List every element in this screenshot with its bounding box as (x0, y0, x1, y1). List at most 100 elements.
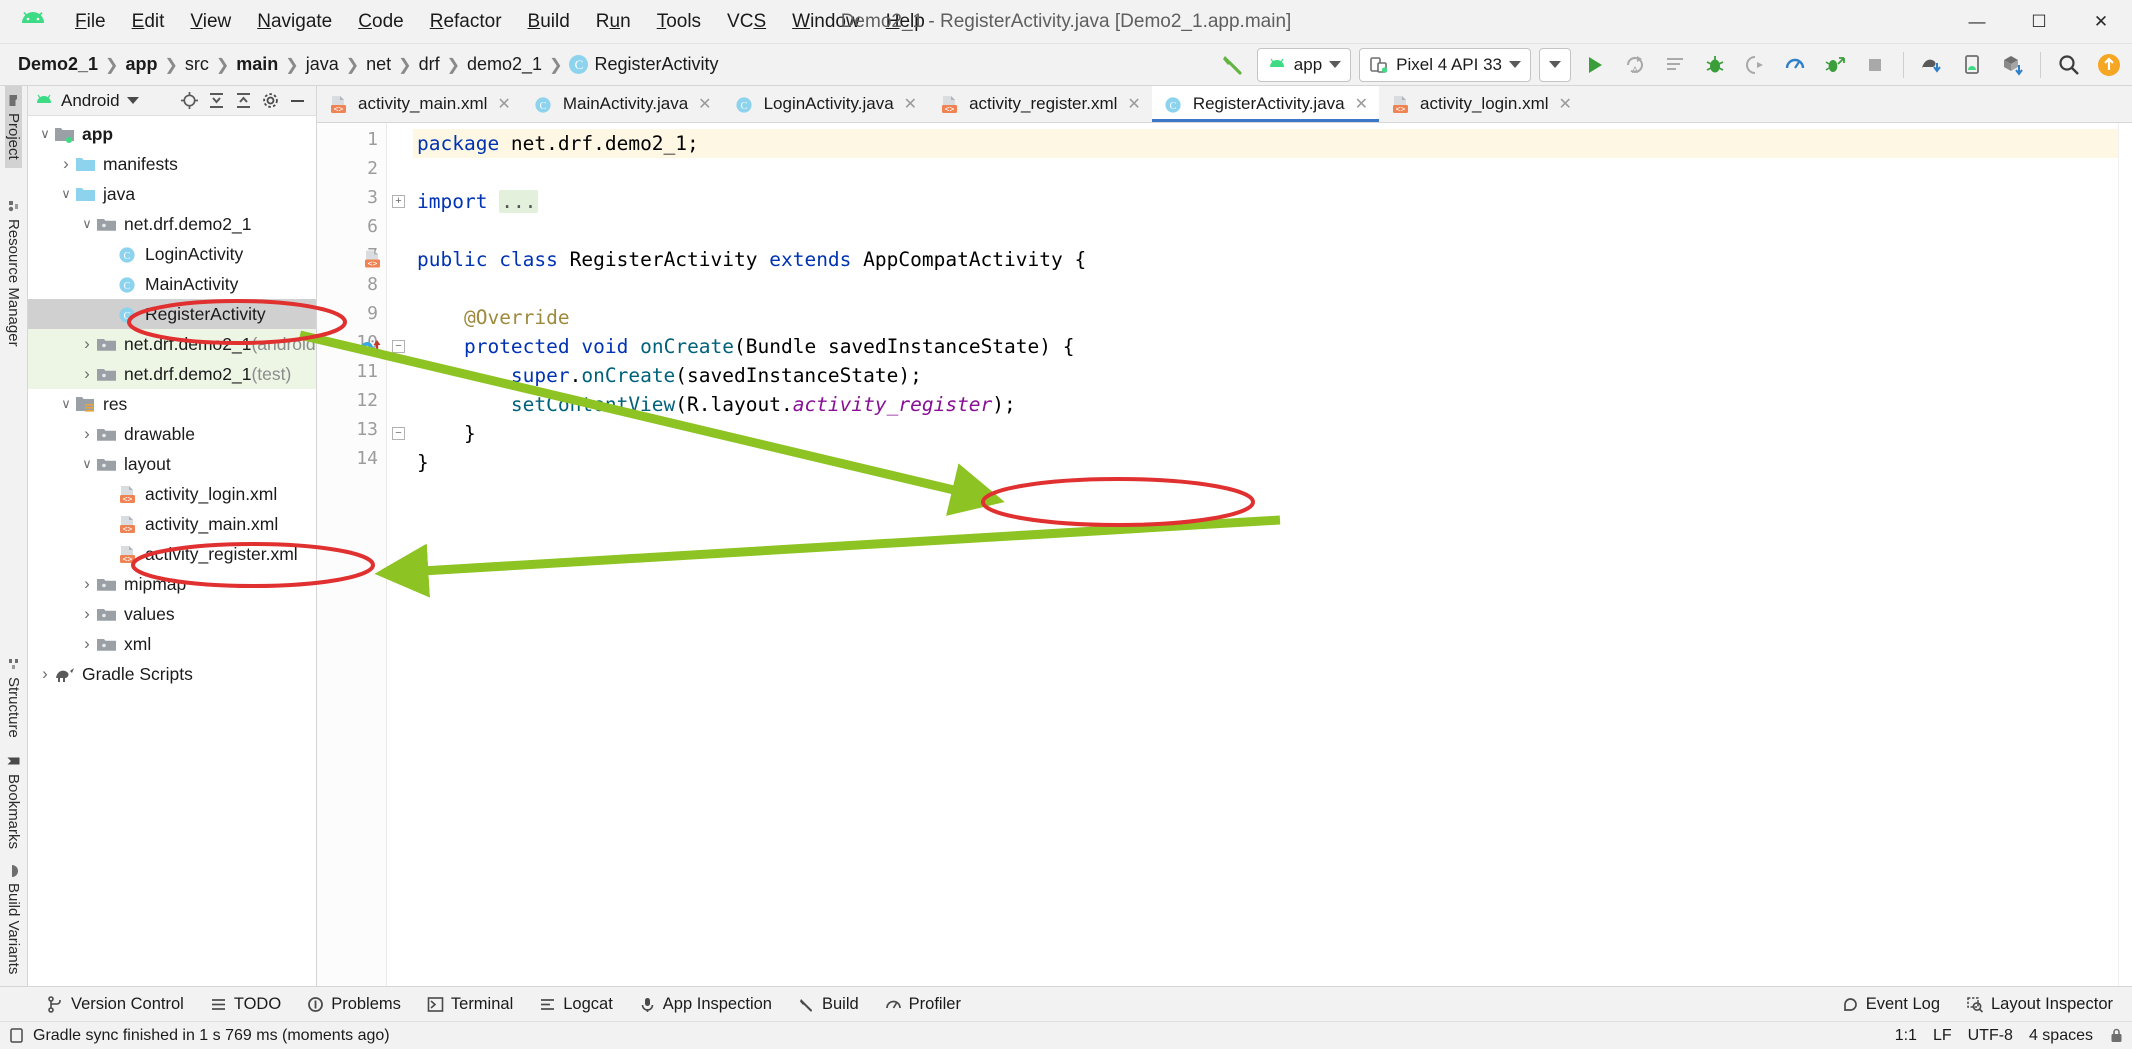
breadcrumb-item-4[interactable]: java (302, 52, 343, 77)
close-tab-icon[interactable]: ✕ (1355, 94, 1368, 114)
stop-icon[interactable] (1856, 48, 1894, 82)
project-view-selector[interactable]: Android (34, 91, 139, 111)
line-separator[interactable]: LF (1933, 1027, 1952, 1045)
tree-node-activity-register-xml[interactable]: <> activity_register.xml (28, 539, 316, 569)
menu-file[interactable]: File (62, 7, 119, 37)
caret-position[interactable]: 1:1 (1895, 1027, 1917, 1045)
tree-node-loginactivity[interactable]: C LoginActivity (28, 239, 316, 269)
select-opened-file-icon[interactable] (177, 89, 202, 113)
hide-icon[interactable] (285, 89, 310, 113)
tree-node-activity-main-xml[interactable]: <> activity_main.xml (28, 509, 316, 539)
lock-icon[interactable] (2109, 1027, 2124, 1044)
tool-window-bookmarks[interactable]: Bookmarks (5, 746, 22, 857)
menu-run[interactable]: Run (583, 7, 644, 37)
profiler-icon[interactable] (1776, 48, 1814, 82)
menu-vcs[interactable]: VCS (714, 7, 779, 37)
tool-window-app-inspection[interactable]: App Inspection (626, 991, 785, 1018)
maximize-button[interactable]: ☐ (2008, 0, 2070, 44)
editor-tab-registeractivity-java[interactable]: C RegisterActivity.java ✕ (1151, 86, 1380, 122)
tool-window-build[interactable]: Build (785, 991, 872, 1018)
editor-tab-activity-main-xml[interactable]: <> activity_main.xml ✕ (317, 86, 522, 122)
editor-tab-mainactivity-java[interactable]: C MainActivity.java ✕ (522, 86, 723, 122)
menu-tools[interactable]: Tools (644, 7, 714, 37)
tree-node-java[interactable]: ∨ java (28, 179, 316, 209)
breadcrumb-item-2[interactable]: src (181, 52, 213, 77)
run-coverage-icon[interactable] (1736, 48, 1774, 82)
menu-code[interactable]: Code (345, 7, 416, 37)
tool-window-logcat[interactable]: Logcat (526, 991, 626, 1018)
close-tab-icon[interactable]: ✕ (1559, 94, 1572, 114)
tree-node-registeractivity[interactable]: C RegisterActivity (28, 299, 316, 329)
breadcrumb-item-7[interactable]: demo2_1 (463, 52, 546, 77)
tree-node-xml[interactable]: › xml (28, 629, 316, 659)
minimize-button[interactable]: — (1946, 0, 2008, 44)
tree-node-net-drf-demo2-1-test-[interactable]: › net.drf.demo2_1 (test) (28, 359, 316, 389)
close-tab-icon[interactable]: ✕ (904, 94, 917, 114)
close-button[interactable]: ✕ (2070, 0, 2132, 44)
close-tab-icon[interactable]: ✕ (698, 94, 711, 114)
fold-gutter[interactable]: + − − (387, 123, 413, 986)
tree-node-res[interactable]: ∨ res (28, 389, 316, 419)
tool-window-structure[interactable]: Structure (5, 650, 22, 746)
chevron-right-icon[interactable]: › (36, 664, 54, 684)
menu-view[interactable]: View (177, 7, 244, 37)
breadcrumb-item-0[interactable]: Demo2_1 (14, 52, 102, 77)
tree-node-activity-login-xml[interactable]: <> activity_login.xml (28, 479, 316, 509)
breadcrumb-item-5[interactable]: net (362, 52, 395, 77)
fold-expand-imports-icon[interactable]: + (392, 195, 405, 208)
chevron-right-icon[interactable]: › (78, 604, 96, 624)
chevron-right-icon[interactable]: › (78, 634, 96, 654)
editor-tab-activity-register-xml[interactable]: <> activity_register.xml ✕ (928, 86, 1152, 122)
rerun-icon[interactable]: A (1616, 48, 1654, 82)
attach-debugger-icon[interactable] (1816, 48, 1854, 82)
tree-node-manifests[interactable]: › manifests (28, 149, 316, 179)
collapse-all-icon[interactable] (231, 89, 256, 113)
code-text[interactable]: package net.drf.demo2_1; import ... public… (413, 123, 2118, 986)
chevron-right-icon[interactable]: › (78, 334, 96, 354)
tool-window-problems[interactable]: Problems (294, 991, 414, 1018)
chevron-right-icon[interactable]: › (78, 424, 96, 444)
breadcrumb-item-6[interactable]: drf (415, 52, 444, 77)
settings-gear-icon[interactable] (258, 89, 283, 113)
run-configuration-selector[interactable]: app (1256, 47, 1352, 82)
tool-window-version-control[interactable]: Version Control (34, 991, 197, 1018)
chevron-down-icon[interactable]: ∨ (78, 456, 96, 472)
menu-navigate[interactable]: Navigate (244, 7, 345, 37)
breadcrumb-item-3[interactable]: main (232, 52, 282, 77)
tool-window-project[interactable]: Project (5, 86, 22, 168)
editor-tab-activity-login-xml[interactable]: <> activity_login.xml ✕ (1379, 86, 1583, 122)
tree-node-mipmap[interactable]: › mipmap (28, 569, 316, 599)
tool-window-build-variants[interactable]: Build Variants (5, 857, 22, 982)
debug-icon[interactable] (1696, 48, 1734, 82)
stop-gradle-icon[interactable] (1656, 48, 1694, 82)
tree-node-values[interactable]: › values (28, 599, 316, 629)
tool-window-event-log[interactable]: Event Log (1829, 991, 1953, 1018)
tool-window-profiler[interactable]: Profiler (872, 991, 974, 1018)
chevron-right-icon[interactable]: › (78, 364, 96, 384)
menu-build[interactable]: Build (515, 7, 583, 37)
chevron-down-icon[interactable]: ∨ (78, 216, 96, 232)
sdk-manager-icon[interactable] (1913, 48, 1951, 82)
close-tab-icon[interactable]: ✕ (497, 94, 510, 114)
menu-edit[interactable]: Edit (119, 7, 178, 37)
menu-refactor[interactable]: Refactor (417, 7, 515, 37)
run-icon[interactable] (1576, 48, 1614, 82)
expand-all-icon[interactable] (204, 89, 229, 113)
device-dropdown-button[interactable] (1539, 47, 1571, 82)
tool-window-todo[interactable]: TODO (197, 991, 294, 1018)
tree-node-app[interactable]: ∨ app (28, 119, 316, 149)
hammer-icon[interactable] (1214, 48, 1252, 82)
gutter-override-method-icon[interactable] (360, 336, 386, 358)
avd-manager-icon[interactable] (1953, 48, 1991, 82)
chevron-right-icon[interactable]: › (57, 154, 75, 174)
tree-node-gradle-scripts[interactable]: › Gradle Scripts (28, 659, 316, 689)
tree-node-net-drf-demo2-1[interactable]: ∨ net.drf.demo2_1 (28, 209, 316, 239)
editor-scrollbar[interactable] (2118, 123, 2132, 986)
tool-window-terminal[interactable]: Terminal (414, 991, 526, 1018)
tree-node-drawable[interactable]: › drawable (28, 419, 316, 449)
file-encoding[interactable]: UTF-8 (1968, 1027, 2013, 1045)
tree-node-layout[interactable]: ∨ layout (28, 449, 316, 479)
code-editor[interactable]: 12367891011121314<> +−− package net.drf.… (317, 123, 2132, 986)
chevron-right-icon[interactable]: › (78, 574, 96, 594)
tree-node-net-drf-demo2-1-androidtest-[interactable]: › net.drf.demo2_1 (androidTest) (28, 329, 316, 359)
